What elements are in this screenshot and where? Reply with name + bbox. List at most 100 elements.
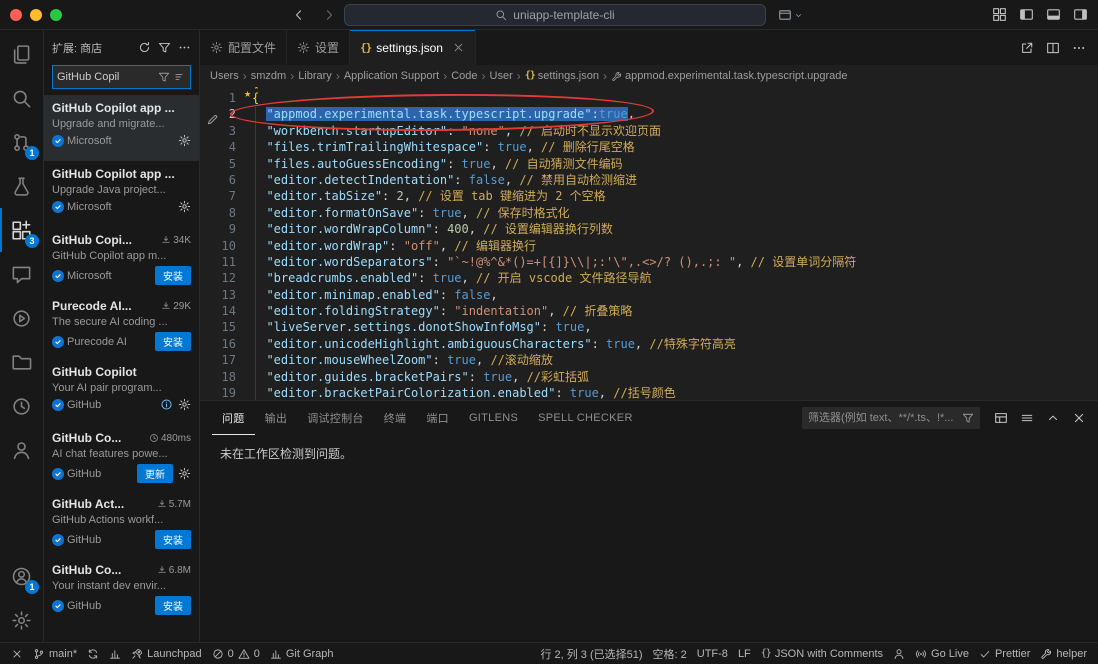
breadcrumb-item[interactable]: Code (451, 70, 477, 82)
info-icon[interactable] (160, 398, 173, 411)
maximize-window-button[interactable] (50, 9, 62, 21)
forward-icon[interactable] (322, 8, 336, 22)
status-git-graph[interactable]: Git Graph (265, 643, 339, 664)
activity-remote-explorer[interactable] (0, 340, 43, 384)
activity-explorer[interactable] (0, 32, 43, 76)
activity-search[interactable] (0, 76, 43, 120)
status-sync-changes[interactable] (82, 643, 104, 664)
editor-tab[interactable]: 设置 (287, 30, 350, 65)
external-icon[interactable] (1020, 41, 1034, 55)
panel-tab[interactable]: 调试控制台 (297, 401, 374, 435)
manage-gear-icon[interactable] (178, 200, 191, 213)
panel-tab[interactable]: 端口 (416, 401, 459, 435)
extensions-search-box[interactable] (52, 65, 191, 89)
code-line[interactable]: 5 "files.autoGuessEncoding": true, // 自动… (200, 156, 1098, 172)
code-line[interactable]: 13 "editor.minimap.enabled": false, (200, 287, 1098, 303)
table-icon[interactable] (994, 411, 1008, 425)
code-line[interactable]: 4 "files.trimTrailingWhitespace": true, … (200, 139, 1098, 155)
status-go-live[interactable]: Go Live (910, 643, 974, 664)
code-line[interactable]: 3 "workbench.startupEditor": "none", // … (200, 123, 1098, 139)
more-icon[interactable] (178, 41, 191, 54)
extension-item[interactable]: GitHub Co...6.8MYour instant dev envir..… (44, 557, 199, 623)
extension-item[interactable]: GitHub CopilotYour AI pair program...Git… (44, 359, 199, 425)
chevron-up-icon[interactable] (1046, 411, 1060, 425)
status-encoding[interactable]: UTF-8 (692, 643, 733, 664)
code-line[interactable]: 12 "breadcrumbs.enabled": true, // 开启 vs… (200, 270, 1098, 286)
editor-tab[interactable]: 配置文件 (200, 30, 287, 65)
code-line[interactable]: 11 "editor.wordSeparators": "`~!@%^&*()=… (200, 254, 1098, 270)
more-icon[interactable] (1072, 41, 1086, 55)
code-line[interactable]: 19 "editor.bracketPairColorization.enabl… (200, 385, 1098, 400)
activity-accounts[interactable]: 1 (0, 554, 43, 598)
sort-icon[interactable] (174, 71, 186, 83)
activity-pull-requests[interactable]: 1 (0, 120, 43, 164)
pencil-icon[interactable] (206, 113, 219, 126)
panel-tab[interactable]: 终端 (374, 401, 417, 435)
extension-item[interactable]: GitHub Co...480msAI chat features powe..… (44, 425, 199, 491)
install-button[interactable]: 安装 (155, 596, 191, 615)
panel-tab[interactable]: 问题 (212, 401, 255, 435)
close-tab-icon[interactable] (452, 41, 465, 54)
activity-run[interactable] (0, 296, 43, 340)
breadcrumb-item[interactable]: {}settings.json (525, 70, 599, 82)
status-remote-indicator[interactable] (6, 643, 28, 664)
status-cursor-position[interactable]: 行 2, 列 3 (已选择51) (535, 643, 647, 664)
breadcrumb-item[interactable]: Users (210, 70, 239, 82)
code-line[interactable]: 16 "editor.unicodeHighlight.ambiguousCha… (200, 336, 1098, 352)
activity-feedback[interactable] (0, 428, 43, 472)
back-icon[interactable] (292, 8, 306, 22)
status-eol[interactable]: LF (733, 643, 756, 664)
copilot-sparkle-icon[interactable]: ★★ (244, 87, 262, 101)
code-line[interactable]: 18 "editor.guides.bracketPairs": true, /… (200, 369, 1098, 385)
status-accounts[interactable] (888, 643, 910, 664)
status-prettier[interactable]: Prettier (974, 643, 1035, 664)
activity-settings[interactable] (0, 598, 43, 642)
status-gitlens-graph[interactable] (104, 643, 126, 664)
code-line[interactable]: 6 "editor.detectIndentation": false, // … (200, 172, 1098, 188)
extensions-search-input[interactable] (57, 71, 155, 83)
menu-icon[interactable] (1020, 411, 1034, 425)
close-icon[interactable] (1072, 411, 1086, 425)
panel-tab[interactable]: SPELL CHECKER (528, 401, 643, 435)
problems-filter-input[interactable] (808, 412, 958, 424)
minimize-window-button[interactable] (30, 9, 42, 21)
code-line[interactable]: 14 "editor.foldingStrategy": "indentatio… (200, 303, 1098, 319)
code-line[interactable]: 17 "editor.mouseWheelZoom": true, //滚动缩放 (200, 352, 1098, 368)
editor-tab[interactable]: {}settings.json (350, 30, 476, 65)
problems-filter[interactable] (802, 407, 980, 429)
code-editor[interactable]: 1{2 "appmod.experimental.task.typescript… (200, 87, 1098, 400)
code-line[interactable]: 10 "editor.wordWrap": "off", // 编辑器换行 (200, 238, 1098, 254)
new-window-dropdown[interactable] (778, 0, 803, 30)
breadcrumb-item[interactable]: Application Support (344, 70, 439, 82)
manage-gear-icon[interactable] (178, 134, 191, 147)
layout-right-icon[interactable] (1073, 7, 1088, 22)
breadcrumb-item[interactable]: Library (298, 70, 332, 82)
breadcrumb-item[interactable]: User (490, 70, 513, 82)
breadcrumb-item[interactable]: smzdm (251, 70, 286, 82)
refresh-icon[interactable] (138, 41, 151, 54)
funnel-icon[interactable] (158, 41, 171, 54)
activity-chat[interactable] (0, 252, 43, 296)
extension-item[interactable]: Purecode AI...29KThe secure AI coding ..… (44, 293, 199, 359)
layout-bottom-icon[interactable] (1046, 7, 1061, 22)
activity-testing[interactable] (0, 164, 43, 208)
install-button[interactable]: 安装 (155, 266, 191, 285)
status-problems[interactable]: 00 (207, 643, 265, 664)
code-line[interactable]: 9 "editor.wordWrapColumn": 400, // 设置编辑器… (200, 221, 1098, 237)
code-line[interactable]: 2 "appmod.experimental.task.typescript.u… (200, 106, 1098, 122)
code-line[interactable]: 1{ (200, 90, 1098, 106)
code-line[interactable]: 8 "editor.formatOnSave": true, // 保存时格式化 (200, 205, 1098, 221)
manage-gear-icon[interactable] (178, 467, 191, 480)
funnel-icon[interactable] (158, 71, 170, 83)
extension-item[interactable]: GitHub Copilot app ...Upgrade and migrat… (44, 95, 199, 161)
status-indentation[interactable]: 空格: 2 (648, 643, 692, 664)
panel-tab[interactable]: GITLENS (459, 401, 528, 435)
panel-tab[interactable]: 输出 (255, 401, 298, 435)
extension-item[interactable]: GitHub Copilot app ...Upgrade Java proje… (44, 161, 199, 227)
code-line[interactable]: 15 "liveServer.settings.donotShowInfoMsg… (200, 319, 1098, 335)
breadcrumb-item[interactable]: appmod.experimental.task.typescript.upgr… (611, 70, 848, 82)
extension-item[interactable]: GitHub Act...5.7MGitHub Actions workf...… (44, 491, 199, 557)
status-helper[interactable]: helper (1035, 643, 1092, 664)
extension-item[interactable]: GitHub Copi...34KGitHub Copilot app m...… (44, 227, 199, 293)
status-language-mode[interactable]: {}JSON with Comments (756, 643, 888, 664)
